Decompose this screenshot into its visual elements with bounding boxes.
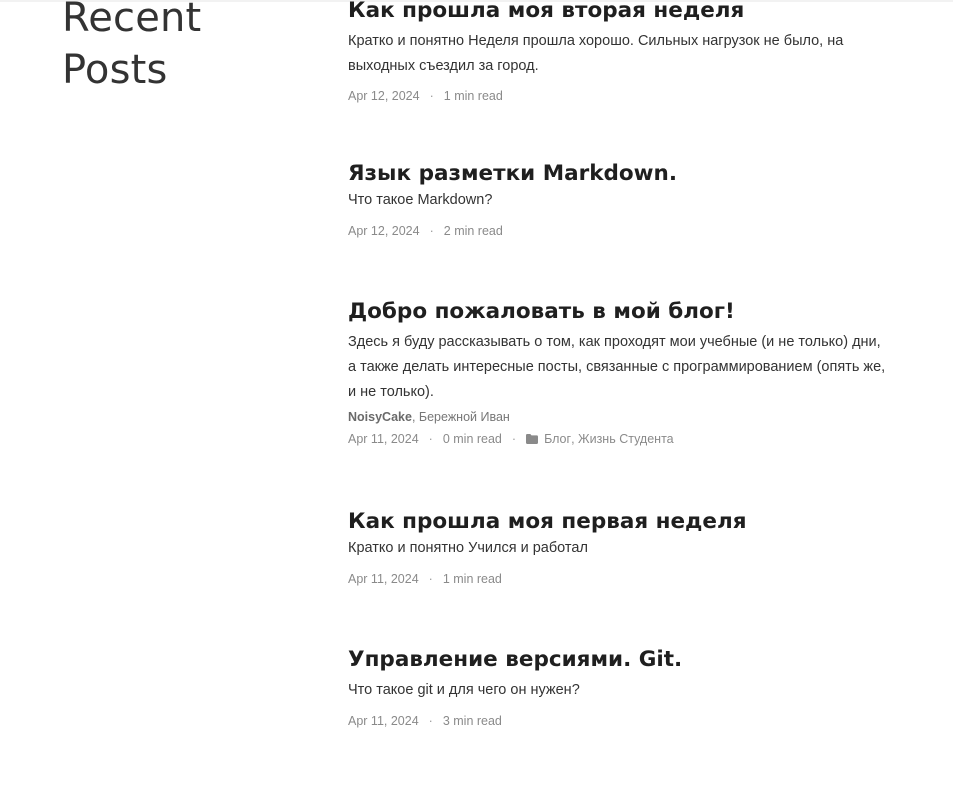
meta-separator: · (428, 714, 433, 728)
post-date: Apr 12, 2024 (348, 224, 420, 238)
post-meta: Apr 12, 2024 · 1 min read (348, 87, 888, 105)
category-link[interactable]: Блог (544, 430, 571, 448)
post-date: Apr 11, 2024 (348, 432, 419, 446)
post-item: Как прошла моя первая неделя Кратко и по… (348, 508, 888, 588)
post-meta: Apr 11, 2024 · 3 min read (348, 712, 888, 730)
post-authors: NoisyCake, Бережной Иван (348, 408, 888, 426)
post-title-link[interactable]: Как прошла моя вторая неделя (348, 0, 888, 25)
sidebar-title: Recent Posts (62, 0, 201, 96)
post-item: Управление версиями. Git. Что такое git … (348, 646, 888, 730)
post-date: Apr 11, 2024 (348, 572, 419, 586)
author-name[interactable]: Бережной Иван (419, 410, 510, 424)
post-excerpt: Здесь я буду рассказывать о том, как про… (348, 334, 886, 400)
post-excerpt: Кратко и понятно Неделя прошла хорошо. С… (348, 33, 844, 74)
sidebar-title-line1: Recent (62, 0, 202, 41)
author-separator: , (411, 410, 416, 424)
sidebar-title-line2: Posts (62, 47, 168, 93)
post-read-time: 1 min read (443, 89, 503, 103)
post-item: Как прошла моя вторая неделя Кратко и по… (348, 0, 888, 105)
meta-separator: · (511, 432, 517, 446)
post-date: Apr 11, 2024 (348, 714, 419, 728)
post-read-time: 3 min read (442, 714, 502, 728)
post-meta: Apr 12, 2024 · 2 min read (348, 222, 888, 240)
post-read-time: 1 min read (442, 572, 502, 586)
post-excerpt: Что такое git и для чего он нужен? (348, 682, 580, 698)
meta-separator: · (428, 432, 433, 446)
post-item: Язык разметки Markdown. Что такое Markdo… (348, 160, 888, 240)
meta-separator: · (428, 572, 433, 586)
author-name[interactable]: NoisyCake (348, 410, 412, 424)
category-separator: , (571, 432, 575, 446)
post-meta: Apr 11, 2024 · 0 min read · Блог, Жизнь … (348, 430, 888, 448)
meta-separator: · (429, 89, 434, 103)
post-date: Apr 12, 2024 (348, 89, 420, 103)
post-title-link[interactable]: Язык разметки Markdown. (348, 160, 888, 188)
post-meta: Apr 11, 2024 · 1 min read (348, 570, 888, 588)
category-link[interactable]: Жизнь Студента (578, 430, 674, 448)
post-excerpt: Кратко и понятно Учился и работал (348, 540, 588, 556)
folder-icon (526, 434, 539, 444)
post-excerpt: Что такое Markdown? (348, 192, 493, 208)
post-title-link[interactable]: Как прошла моя первая неделя (348, 508, 888, 536)
post-read-time: 0 min read (442, 432, 502, 446)
post-item: Добро пожаловать в мой блог! Здесь я буд… (348, 298, 888, 448)
meta-separator: · (429, 224, 434, 238)
post-title-link[interactable]: Добро пожаловать в мой блог! (348, 298, 888, 326)
post-read-time: 2 min read (443, 224, 503, 238)
post-title-link[interactable]: Управление версиями. Git. (348, 646, 888, 674)
